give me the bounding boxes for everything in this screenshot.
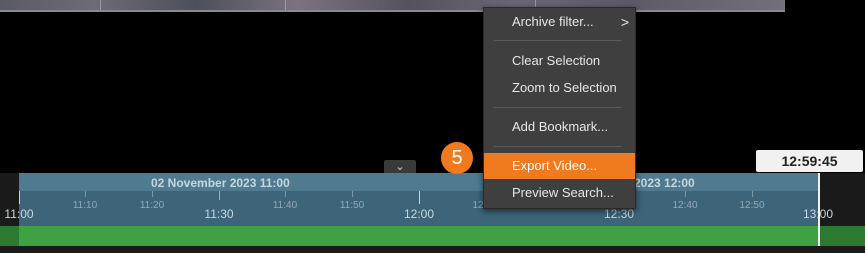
chevron-down-icon: ⌄	[395, 161, 405, 173]
current-time-display: 12:59:45	[756, 150, 863, 172]
menu-item-label: Archive filter...	[512, 14, 594, 29]
menu-item-label: Add Bookmark...	[512, 119, 609, 134]
menu-separator	[494, 40, 622, 41]
minor-tick	[352, 191, 353, 197]
tick-label-minor: 11:10	[72, 200, 98, 211]
half-hour-tick	[219, 191, 220, 200]
collapse-handle[interactable]: ⌄	[384, 160, 416, 173]
timeline-date-band: 02 November 2023 11:00 2023 12:00	[19, 173, 819, 191]
tick-label-major: 11:30	[204, 207, 234, 221]
tick-label-minor: 12:40	[672, 200, 698, 211]
recording-track-outside	[819, 226, 865, 246]
chevron-right-icon: >	[620, 14, 629, 30]
video-tile-border	[100, 0, 101, 12]
minor-tick	[752, 191, 753, 197]
timeline[interactable]: 02 November 2023 11:00 2023 12:00 11:00 …	[0, 173, 865, 253]
minor-tick	[152, 191, 153, 197]
major-tick	[19, 191, 20, 204]
menu-item-export-video[interactable]: Export Video...	[484, 153, 635, 179]
menu-item-label: Preview Search...	[512, 185, 614, 200]
menu-item-preview-search[interactable]: Preview Search...	[484, 180, 635, 206]
menu-item-archive-filter[interactable]: Archive filter... >	[484, 9, 635, 35]
menu-item-zoom-to-selection[interactable]: Zoom to Selection	[484, 75, 635, 101]
major-tick	[419, 191, 420, 204]
menu-item-label: Export Video...	[512, 158, 598, 173]
tick-label-minor: 12:50	[739, 200, 765, 211]
video-tile-border	[285, 0, 286, 12]
tick-label-major: 12:30	[603, 207, 635, 221]
minor-tick	[285, 191, 286, 197]
tick-label-minor: 11:40	[272, 200, 298, 211]
video-preview-strip	[0, 0, 785, 12]
date-label-right: 2023 12:00	[634, 176, 695, 190]
menu-item-label: Clear Selection	[512, 53, 601, 68]
tick-label-major: 11:00	[4, 207, 34, 221]
recording-track[interactable]	[19, 226, 819, 246]
date-label-left: 02 November 2023 11:00	[151, 176, 290, 190]
menu-item-add-bookmark[interactable]: Add Bookmark...	[484, 114, 635, 140]
recording-track-outside	[0, 226, 19, 246]
menu-separator	[494, 146, 622, 147]
step-number-badge: 5	[441, 142, 473, 174]
playback-cursor[interactable]	[818, 173, 820, 246]
menu-item-clear-selection[interactable]: Clear Selection	[484, 48, 635, 74]
tick-label-minor: 11:20	[139, 200, 165, 211]
tick-label-major: 12:00	[403, 207, 435, 221]
minor-tick	[85, 191, 86, 197]
context-menu: Archive filter... > Clear Selection Zoom…	[483, 7, 636, 209]
minor-tick	[685, 191, 686, 197]
tick-label-minor: 11:50	[339, 200, 365, 211]
menu-separator	[494, 107, 622, 108]
menu-item-label: Zoom to Selection	[512, 80, 617, 95]
